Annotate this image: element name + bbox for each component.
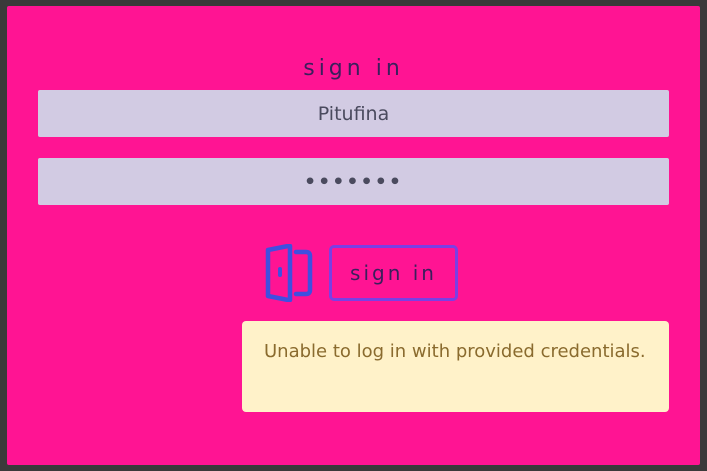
form-title: sign in — [303, 56, 404, 81]
username-input[interactable] — [38, 90, 669, 137]
login-card: sign in sign in Unable to log in with pr… — [7, 6, 700, 465]
door-icon[interactable] — [260, 244, 316, 302]
sign-in-button[interactable]: sign in — [329, 245, 458, 301]
error-alert: Unable to log in with provided credentia… — [242, 321, 669, 412]
password-input[interactable] — [38, 158, 669, 205]
